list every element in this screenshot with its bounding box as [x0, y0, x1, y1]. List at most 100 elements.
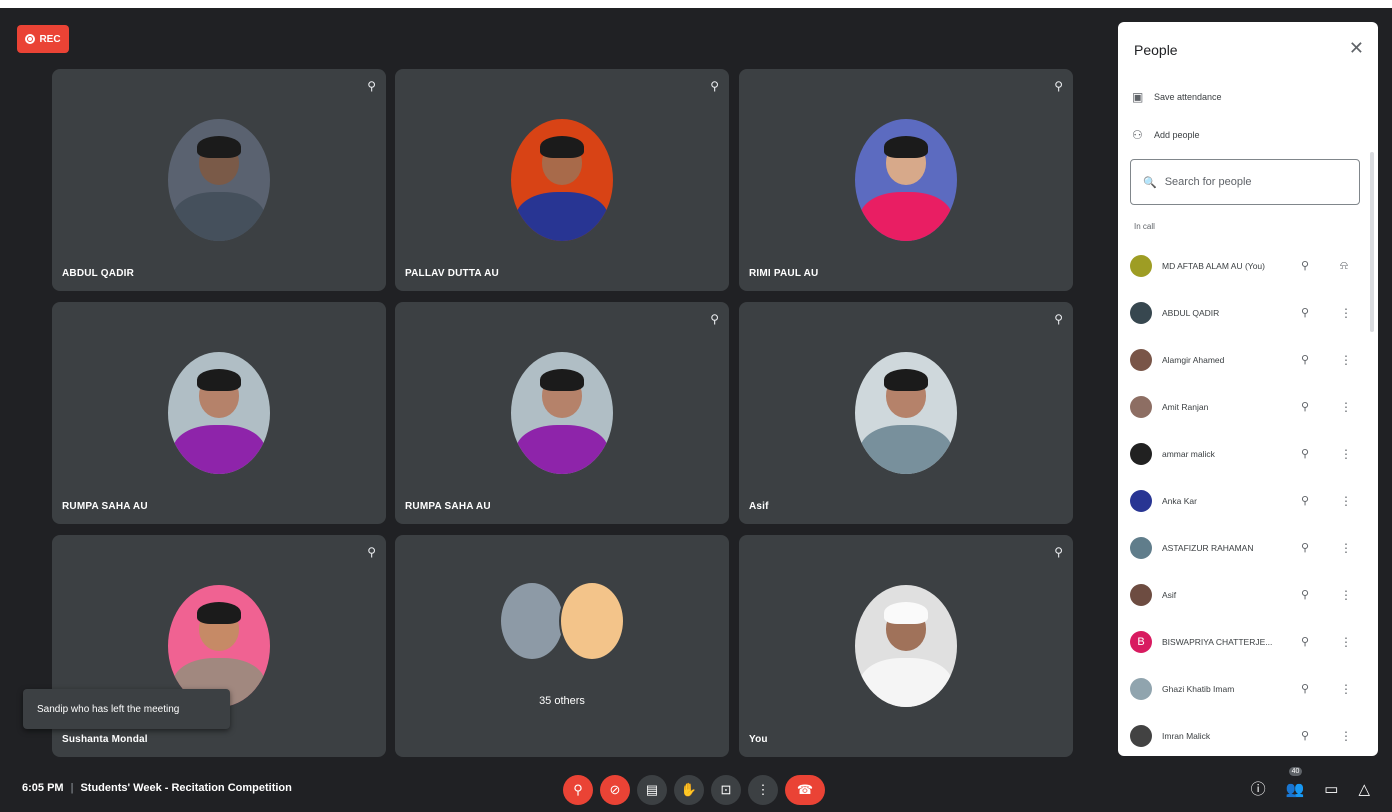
participant-name: ammar malick [1162, 448, 1215, 459]
participant-tile[interactable]: RUMPA SAHA AU [52, 302, 386, 524]
participant-name: Imran Malick [1162, 730, 1211, 741]
participant-name: ABDUL QADIR [62, 268, 135, 279]
mic-muted-icon: ⚲ [1301, 730, 1310, 742]
save-attendance-button[interactable]: ▣ Save attendance [1132, 90, 1222, 104]
more-options-icon[interactable]: ⋮ [1340, 588, 1352, 602]
avatar [855, 119, 957, 241]
mic-muted-icon: ⚲ [1301, 307, 1310, 319]
mic-muted-icon: ⚲ [1301, 495, 1310, 507]
mic-muted-icon: ⚲ [1301, 683, 1310, 695]
present-button[interactable]: ⊡ [711, 775, 741, 805]
participant-tile[interactable]: ⚲ PALLAV DUTTA AU [395, 69, 729, 291]
mic-muted-icon: ⚲ [1054, 545, 1063, 559]
more-options-icon[interactable]: ⋮ [1340, 447, 1352, 461]
participant-tile-self[interactable]: ⚲ You [739, 535, 1073, 757]
avatar [1130, 442, 1152, 465]
others-count: 35 others [539, 695, 585, 707]
participant-list-item[interactable]: ammar malick ⚲ ⋮ [1118, 430, 1368, 477]
participant-list-item[interactable]: Amit Ranjan ⚲ ⋮ [1118, 383, 1368, 430]
avatar [1130, 489, 1152, 512]
meeting-info: 6:05 PM | Students' Week - Recitation Comp… [22, 782, 292, 794]
avatar [1130, 724, 1152, 747]
participant-list-item[interactable]: ABDUL QADIR ⚲ ⋮ [1118, 289, 1368, 336]
people-panel: People ✕ ▣ Save attendance ⚇ Add people … [1118, 22, 1378, 756]
end-call-icon: ☎ [796, 782, 814, 797]
mic-muted-icon: ⚲ [367, 79, 376, 93]
info-button[interactable]: ⓘ [1251, 778, 1266, 799]
others-avatars [499, 581, 629, 663]
raise-hand-icon: ✋ [680, 782, 698, 797]
more-vert-icon: ⋮ [756, 782, 770, 797]
more-options-icon[interactable]: ⋮ [1340, 494, 1352, 508]
search-people-input[interactable]: 🔍 Search for people [1130, 159, 1360, 205]
participant-list-item[interactable]: B BISWAPRIYA CHATTERJE... ⚲ ⋮ [1118, 618, 1368, 665]
call-controls: ⚲ ⊘ ▤ ✋ ⊡ ⋮ ☎ [563, 771, 825, 809]
avatar [511, 119, 613, 241]
close-panel-button[interactable]: ✕ [1349, 38, 1364, 59]
mic-muted-icon: ⚲ [1301, 589, 1310, 601]
pin-icon[interactable]: ⍾ [1340, 258, 1348, 273]
participant-tile[interactable]: ⚲ RUMPA SAHA AU [395, 302, 729, 524]
mic-toggle-button[interactable]: ⚲ [563, 775, 593, 805]
participant-list-item[interactable]: Anka Kar ⚲ ⋮ [1118, 477, 1368, 524]
people-button[interactable]: 40 👥 [1285, 766, 1305, 798]
more-options-icon[interactable]: ⋮ [1340, 353, 1352, 367]
more-options-icon[interactable]: ⋮ [1340, 400, 1352, 414]
people-icon: 👥 [1285, 780, 1305, 798]
present-icon: ⊡ [720, 782, 732, 797]
more-options-icon[interactable]: ⋮ [1340, 306, 1352, 320]
participant-name: Amit Ranjan [1162, 401, 1209, 412]
more-options-icon[interactable]: ⋮ [1340, 541, 1352, 555]
more-options-icon[interactable]: ⋮ [1340, 729, 1352, 743]
record-icon [25, 34, 36, 44]
participant-tile[interactable]: ⚲ RIMI PAUL AU [739, 69, 1073, 291]
recording-indicator: REC [17, 25, 69, 53]
end-call-button[interactable]: ☎ [785, 775, 825, 805]
participant-name: ABDUL QADIR [1162, 307, 1220, 318]
participant-name: You [749, 734, 768, 745]
avatar [499, 581, 565, 661]
captions-button[interactable]: ▤ [637, 775, 667, 805]
participant-list-item[interactable]: Ghazi Khatib Imam ⚲ ⋮ [1118, 665, 1368, 712]
search-placeholder: Search for people [1164, 176, 1252, 188]
mic-muted-icon: ⚲ [1054, 312, 1063, 326]
avatar [855, 352, 957, 474]
add-people-button[interactable]: ⚇ Add people [1132, 128, 1200, 142]
meeting-title: Students' Week - Recitation Competition [80, 782, 292, 794]
participant-name: Asif [749, 501, 769, 512]
camera-toggle-button[interactable]: ⊘ [600, 775, 630, 805]
activities-button[interactable]: △ [1358, 780, 1370, 798]
avatar [1130, 677, 1152, 700]
participant-tile[interactable]: ⚲ ABDUL QADIR [52, 69, 386, 291]
raise-hand-button[interactable]: ✋ [674, 775, 704, 805]
participant-list-item[interactable]: MD AFTAB ALAM AU (You) ⚲ ⍾ [1118, 242, 1368, 289]
mic-muted-icon: ⚲ [710, 312, 719, 326]
participant-list-item[interactable]: Imran Malick ⚲ ⋮ [1118, 712, 1368, 756]
others-tile[interactable]: 35 others [395, 535, 729, 757]
avatar [511, 352, 613, 474]
avatar [1130, 301, 1152, 324]
save-attendance-label: Save attendance [1154, 92, 1222, 102]
participant-name: RIMI PAUL AU [749, 268, 819, 279]
mic-muted-icon: ⚲ [1301, 354, 1310, 366]
panel-scrollbar[interactable] [1370, 152, 1374, 332]
window-top-strip [0, 0, 1392, 8]
avatar [1130, 348, 1152, 371]
participant-list-item[interactable]: Alamgir Ahamed ⚲ ⋮ [1118, 336, 1368, 383]
chat-button[interactable]: ▭ [1324, 780, 1338, 798]
participant-name: Asif [1162, 589, 1177, 600]
participant-tile[interactable]: ⚲ Asif [739, 302, 1073, 524]
participant-list-item[interactable]: ASTAFIZUR RAHAMAN ⚲ ⋮ [1118, 524, 1368, 571]
save-icon: ▣ [1132, 90, 1144, 104]
avatar [1130, 254, 1152, 277]
participant-name: ASTAFIZUR RAHAMAN [1162, 542, 1254, 553]
more-options-icon[interactable]: ⋮ [1340, 682, 1352, 696]
participant-name: Anka Kar [1162, 495, 1197, 506]
activities-icon: △ [1358, 780, 1370, 798]
participant-name: MD AFTAB ALAM AU (You) [1162, 260, 1265, 271]
more-options-icon[interactable]: ⋮ [1340, 635, 1352, 649]
participant-list-item[interactable]: Asif ⚲ ⋮ [1118, 571, 1368, 618]
more-options-button[interactable]: ⋮ [748, 775, 778, 805]
mic-muted-icon: ⚲ [1301, 448, 1310, 460]
mic-muted-icon: ⚲ [1301, 636, 1310, 648]
